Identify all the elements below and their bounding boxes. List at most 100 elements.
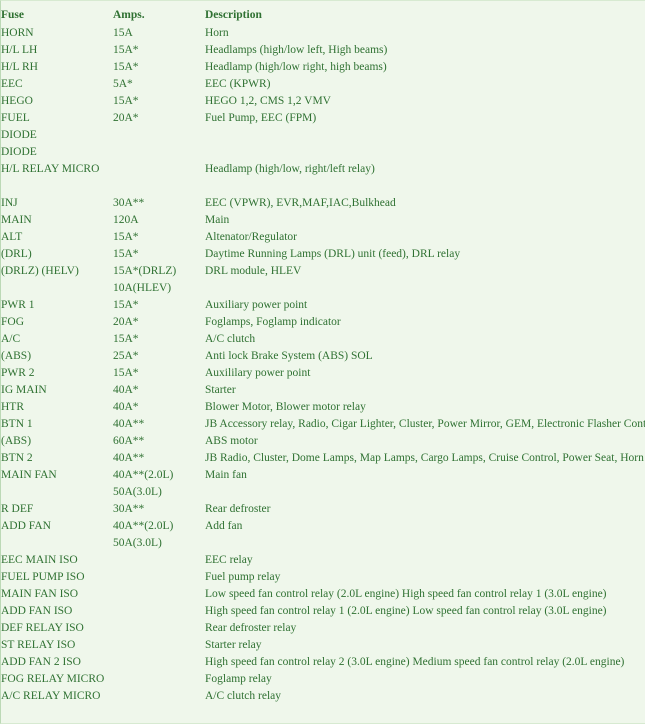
cell-amps-rating — [113, 637, 205, 654]
table-row: PWR 1 15A* Auxiliary power point — [1, 297, 642, 314]
cell-fuse-name: MAIN FAN — [1, 469, 57, 481]
cell-description: Foglamp relay — [205, 673, 272, 685]
cell-description: JB Radio, Cluster, Dome Lamps, Map Lamps… — [205, 452, 644, 464]
table-row: R DEF 30A** Rear defroster — [1, 501, 642, 518]
table-row: HORN 15A Horn — [1, 25, 642, 42]
cell-amps-rating: 25A* — [113, 350, 139, 362]
table-header-row: Fuse Amps. Description — [1, 1, 642, 25]
cell-fuse-name: ALT — [1, 231, 23, 243]
cell-description: Rear defroster — [205, 503, 271, 515]
cell-fuse-name: FUEL — [1, 112, 30, 124]
table-row: BTN 1 40A** JB Accessory relay, Radio, Cig… — [1, 416, 645, 433]
cell-amps-rating: 5A* — [113, 78, 133, 90]
table-row: H/L RH 15A* Headlamp (high/low right, high… — [1, 59, 642, 76]
cell-description: Daytime Running Lamps (DRL) unit (feed),… — [205, 248, 461, 260]
fuse-table-header: Fuse Amps. Description — [1, 1, 642, 25]
cell-description: EEC relay — [205, 554, 253, 566]
cell-fuse-name: HEGO — [1, 95, 33, 107]
cell-description: ABS motor — [205, 435, 258, 447]
cell-fuse-name: MAIN FAN ISO — [1, 588, 79, 600]
cell-description: Headlamps (high/low left, High beams) — [205, 44, 388, 56]
cell-amps-rating: 15A* — [113, 95, 139, 107]
cell-description: Starter — [205, 384, 236, 396]
cell-fuse-name: PWR 2 — [1, 367, 35, 379]
cell-fuse-name: DEF RELAY ISO — [1, 622, 84, 634]
table-row: MAIN 120A Main — [1, 212, 642, 229]
table-row: (DRL) 15A* Daytime Running Lamps (DRL) uni… — [1, 246, 642, 263]
cell-fuse-name: DIODE — [1, 146, 37, 158]
cell-description: Anti lock Brake System (ABS) SOL — [205, 350, 373, 362]
cell-fuse-name: HTR — [1, 401, 24, 413]
fuse-table-body: HORN 15A Horn H/L LH 15A* Headlamps (high/low… — [1, 25, 645, 705]
cell-description — [205, 144, 642, 161]
cell-description: JB Accessory relay, Radio, Cigar Lighter… — [205, 418, 645, 430]
cell-amps-rating: 30A** — [113, 197, 145, 209]
cell-fuse-name: A/C RELAY MICRO — [1, 690, 101, 702]
cell-description — [205, 484, 642, 501]
table-row: ADD FAN 40A**(2.0L) Add fan — [1, 518, 642, 535]
table-row: DEF RELAY ISO Rear defroster relay — [1, 620, 642, 637]
cell-fuse-name: (DRL) — [1, 248, 32, 260]
cell-amps-rating: 60A** — [113, 435, 145, 447]
cell-description: Headlamp (high/low, right/left relay) — [205, 163, 375, 175]
cell-amps-rating: 40A** — [113, 418, 145, 430]
cell-amps-rating: 15A* — [113, 299, 139, 311]
table-row: (DRLZ) (HELV) 15A*(DRLZ) DRL module, HLEV — [1, 263, 642, 280]
cell-amps-rating: 15A*(DRLZ) — [113, 265, 177, 277]
cell-description: Main — [205, 214, 230, 226]
cell-description: Headlamp (high/low right, high beams) — [205, 61, 387, 73]
table-row: FOG RELAY MICRO Foglamp relay — [1, 671, 642, 688]
cell-description: EEC (KPWR) — [205, 78, 271, 90]
cell-amps-rating: 15A* — [113, 61, 139, 73]
cell-fuse-name: IG MAIN — [1, 384, 47, 396]
cell-description — [205, 178, 642, 195]
cell-fuse-name — [1, 535, 113, 552]
table-row: H/L LH 15A* Headlamps (high/low left, High… — [1, 42, 642, 59]
cell-amps-rating — [113, 552, 205, 569]
cell-amps-rating: 30A** — [113, 503, 145, 515]
cell-fuse-name: ADD FAN 2 ISO — [1, 656, 81, 668]
cell-description: A/C clutch relay — [205, 690, 282, 702]
cell-amps-rating — [113, 671, 205, 688]
table-row: INJ 30A** EEC (VPWR), EVR,MAF,IAC,Bulkhead — [1, 195, 642, 212]
table-row: MAIN FAN 40A**(2.0L) Main fan — [1, 467, 642, 484]
table-row: ALT 15A* Altenator/Regulator — [1, 229, 642, 246]
cell-description: Fuel Pump, EEC (FPM) — [205, 112, 317, 124]
cell-fuse-name: EEC MAIN ISO — [1, 554, 78, 566]
cell-fuse-name: A/C — [1, 333, 21, 345]
cell-amps-rating: 50A(3.0L) — [113, 537, 162, 549]
table-row: FOG 20A* Foglamps, Foglamp indicator — [1, 314, 642, 331]
cell-fuse-name: BTN 1 — [1, 418, 33, 430]
cell-description: Auxiliary power point — [205, 299, 308, 311]
table-row: DIODE — [1, 127, 642, 144]
table-row: HEGO 15A* HEGO 1,2, CMS 1,2 VMV — [1, 93, 642, 110]
cell-fuse-name: R DEF — [1, 503, 34, 515]
cell-fuse-name: FUEL PUMP ISO — [1, 571, 85, 583]
cell-fuse-name: (ABS) — [1, 350, 32, 362]
cell-fuse-name: FOG — [1, 316, 25, 328]
cell-amps-rating: 40A**(2.0L) — [113, 469, 174, 481]
cell-fuse-name: H/L LH — [1, 44, 38, 56]
cell-amps-rating: 15A* — [113, 248, 139, 260]
cell-description: Starter relay — [205, 639, 262, 651]
table-row: H/L RELAY MICRO Headlamp (high/low, right… — [1, 161, 642, 178]
cell-description: HEGO 1,2, CMS 1,2 VMV — [205, 95, 331, 107]
cell-description: Altenator/Regulator — [205, 231, 297, 243]
cell-fuse-name: DIODE — [1, 129, 37, 141]
table-row: EEC MAIN ISO EEC relay — [1, 552, 642, 569]
cell-fuse-name: BTN 2 — [1, 452, 33, 464]
cell-fuse-name — [1, 484, 113, 501]
cell-amps-rating — [113, 161, 205, 178]
table-row: HTR 40A* Blower Motor, Blower motor relay — [1, 399, 642, 416]
cell-amps-rating — [113, 654, 205, 671]
cell-fuse-name: ADD FAN — [1, 520, 51, 532]
table-row: 50A(3.0L) — [1, 535, 642, 552]
cell-fuse-name: H/L RELAY MICRO — [1, 163, 100, 175]
cell-description: Low speed fan control relay (2.0L engine… — [205, 588, 607, 600]
cell-fuse-name: PWR 1 — [1, 299, 35, 311]
table-row: (ABS) 60A** ABS motor — [1, 433, 642, 450]
cell-amps-rating: 15A — [113, 27, 133, 39]
table-row: ST RELAY ISO Starter relay — [1, 637, 642, 654]
cell-description: EEC (VPWR), EVR,MAF,IAC,Bulkhead — [205, 197, 396, 209]
cell-amps-rating: 40A**(2.0L) — [113, 520, 174, 532]
